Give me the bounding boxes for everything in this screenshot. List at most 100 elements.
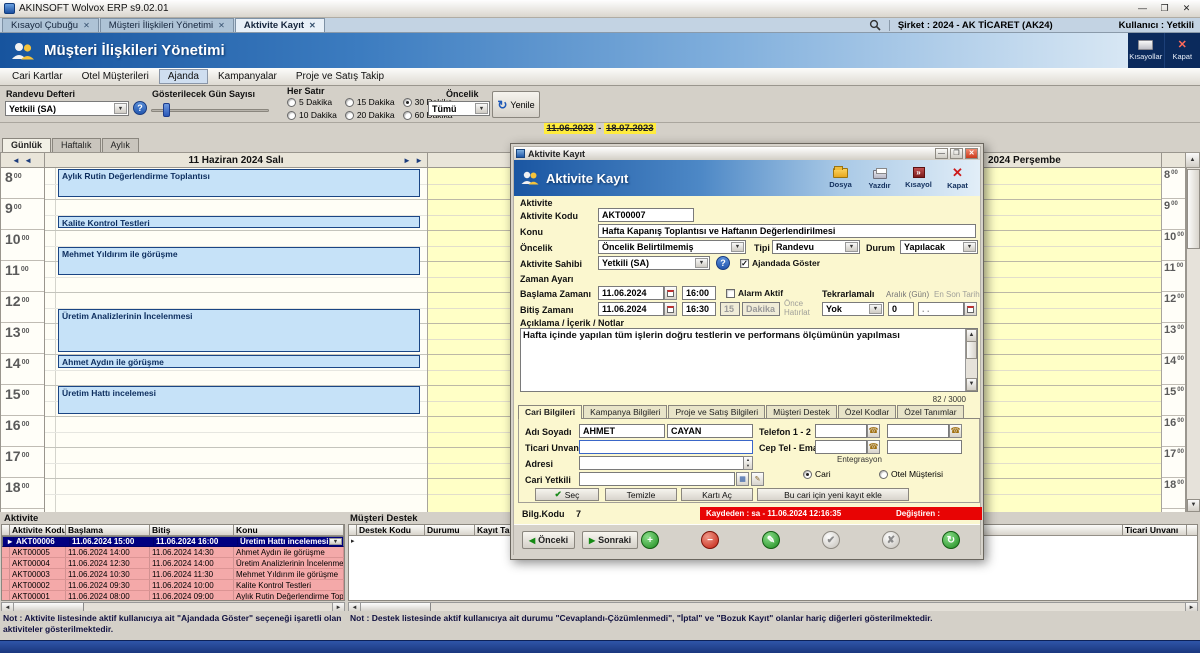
tab-aktivite-kayit[interactable]: Aktivite Kayıt ✕ — [235, 18, 325, 32]
calendar-picker-icon[interactable] — [964, 302, 977, 316]
spinner-icon[interactable]: ▲▼ — [743, 456, 753, 470]
karti-ac-button[interactable]: Kartı Aç — [681, 488, 753, 501]
textarea-scrollbar[interactable]: ▲ ▼ — [965, 329, 977, 391]
search-icon[interactable] — [869, 19, 881, 31]
header-baslama[interactable]: Başlama — [66, 525, 150, 536]
phone-icon[interactable]: ☎ — [949, 424, 962, 438]
dialog-close-button[interactable]: ✕ — [965, 148, 978, 159]
calendar-picker-icon[interactable] — [664, 286, 677, 300]
aktivite-kodu-field[interactable]: AKT00007 — [598, 208, 694, 222]
telefon1-field[interactable] — [815, 424, 867, 438]
sec-button[interactable]: ✔ Seç — [535, 488, 599, 501]
phone-icon[interactable]: ☎ — [867, 440, 880, 454]
aktivite-table-row[interactable]: AKT0000311.06.2024 10:3011.06.2024 11:30… — [2, 569, 344, 580]
en-son-tarih-field[interactable]: . . — [918, 302, 964, 316]
email-field[interactable] — [887, 440, 962, 454]
next-day-icon[interactable]: ► ► — [403, 156, 424, 165]
cancel-record-button[interactable]: ✘ — [882, 531, 900, 549]
adresi-field[interactable] — [579, 456, 753, 470]
tab-kampanya-bilgileri[interactable]: Kampanya Bilgileri — [583, 405, 667, 418]
kisayol-button[interactable]: » Kısayol — [900, 162, 937, 194]
dialog-maximize-button[interactable]: ❐ — [950, 148, 963, 159]
kapat-dialog-button[interactable]: ✕ Kapat — [939, 162, 976, 194]
calendar-event[interactable]: Üretim Analizlerinin İncelenmesi — [58, 309, 420, 353]
save-record-button[interactable]: ✔ — [822, 531, 840, 549]
menu-proje-satis[interactable]: Proje ve Satış Takip — [287, 69, 393, 84]
refresh-record-button[interactable]: ↻ — [942, 531, 960, 549]
calendar-event[interactable]: Mehmet Yıldırım ile görüşme — [58, 247, 420, 275]
tekrarlamali-select[interactable]: Yok — [822, 302, 884, 316]
kapat-button[interactable]: ✕ Kapat — [1164, 33, 1200, 68]
radio-20-dakika[interactable]: 20 Dakika — [345, 109, 395, 121]
window-maximize-button[interactable]: ❐ — [1155, 2, 1174, 16]
bitis-date-field[interactable]: 11.06.2024 — [598, 302, 664, 316]
lookup-grid-icon[interactable]: ▦ — [736, 472, 749, 486]
calendar-nav-prev[interactable]: ◄ ◄ — [0, 152, 45, 168]
radio-otel-musterisi[interactable]: Otel Müşterisi — [879, 469, 943, 479]
tab-haftalik[interactable]: Haftalık — [52, 138, 101, 152]
calendar-event[interactable]: Ahmet Aydın ile görüşme — [58, 355, 420, 368]
menu-ajanda[interactable]: Ajanda — [159, 69, 208, 84]
tab-gunluk[interactable]: Günlük — [2, 138, 51, 152]
prev-day-icon[interactable]: ◄ ◄ — [12, 156, 33, 165]
header-konu[interactable]: Konu — [234, 525, 344, 536]
day-column-sali[interactable]: Aylık Rutin Değerlendirme Toplantısı Kali… — [45, 168, 428, 512]
header-ticari-unvani[interactable]: Ticari Unvanı — [1123, 525, 1187, 536]
radio-cari[interactable]: Cari — [803, 469, 831, 479]
sonraki-button[interactable]: ▶ Sonraki — [582, 531, 638, 549]
tab-close-icon[interactable]: ✕ — [83, 21, 90, 30]
aktivite-table-row[interactable]: AKT0000211.06.2024 09:3011.06.2024 10:00… — [2, 580, 344, 591]
tab-kisayol-cubugu[interactable]: Kısayol Çubuğu ✕ — [2, 18, 99, 32]
scrollbar-thumb[interactable] — [966, 341, 977, 359]
edit-pencil-icon[interactable]: ✎ — [751, 472, 764, 486]
yeni-kayit-ekle-button[interactable]: Bu cari için yeni kayıt ekle — [757, 488, 909, 501]
bitis-time-field[interactable]: 16:30 — [682, 302, 716, 316]
phone-icon[interactable]: ☎ — [867, 424, 880, 438]
adi-field[interactable]: AHMET — [579, 424, 665, 438]
add-record-button[interactable]: + — [641, 531, 659, 549]
dialog-minimize-button[interactable]: — — [935, 148, 948, 159]
calendar-event[interactable]: Kalite Kontrol Testleri — [58, 216, 420, 229]
durum-select[interactable]: Yapılacak — [900, 240, 978, 254]
menu-kampanyalar[interactable]: Kampanyalar — [209, 69, 286, 84]
calendar-event[interactable]: Aylık Rutin Değerlendirme Toplantısı — [58, 169, 420, 197]
alarm-minutes-field[interactable]: 15 — [720, 302, 740, 316]
tab-ozel-tanimlar[interactable]: Özel Tanımlar — [897, 405, 963, 418]
dosya-button[interactable]: Dosya — [822, 162, 859, 194]
help-button[interactable]: ? — [133, 101, 147, 115]
gun-sayisi-slider[interactable] — [151, 103, 269, 117]
scroll-down-icon[interactable]: ▼ — [966, 378, 977, 391]
aktivite-table-row[interactable]: AKT0000511.06.2024 14:0011.06.2024 14:30… — [2, 547, 344, 558]
delete-record-button[interactable]: − — [701, 531, 719, 549]
tab-proje-satis-bilgileri[interactable]: Proje ve Satış Bilgileri — [668, 405, 765, 418]
radio-15-dakika[interactable]: 15 Dakika — [345, 96, 395, 108]
radio-5-dakika[interactable]: 5 Dakika — [287, 96, 337, 108]
aktivite-table-row[interactable]: AKT0000111.06.2024 08:0011.06.2024 09:00… — [2, 591, 344, 601]
baslama-time-field[interactable]: 16:00 — [682, 286, 716, 300]
ajandada-goster-checkbox[interactable]: ✓ Ajandada Göster — [740, 258, 820, 268]
calendar-event[interactable]: Üretim Hattı incelemesi — [58, 386, 420, 414]
date-range-end[interactable]: 18.07.2023 — [604, 123, 656, 134]
date-range-start[interactable]: 11.06.2023 — [544, 123, 595, 134]
tab-close-icon[interactable]: ✕ — [309, 21, 316, 30]
help-button[interactable]: ? — [716, 256, 730, 270]
window-minimize-button[interactable]: — — [1133, 2, 1152, 16]
aktivite-sahibi-select[interactable]: Yetkili (SA) — [598, 256, 710, 270]
soyadi-field[interactable]: CAYAN — [667, 424, 753, 438]
header-bitis[interactable]: Bitiş — [150, 525, 234, 536]
window-close-button[interactable]: ✕ — [1177, 2, 1196, 16]
alarm-aktif-checkbox[interactable]: Alarm Aktif — [726, 288, 783, 298]
telefon2-field[interactable] — [887, 424, 949, 438]
oncelik-select[interactable]: Öncelik Belirtilmemiş — [598, 240, 746, 254]
tab-ozel-kodlar[interactable]: Özel Kodlar — [838, 405, 896, 418]
yenile-button[interactable]: ↻ Yenile — [492, 91, 540, 118]
tab-aylik[interactable]: Aylık — [102, 138, 139, 152]
aktivite-table-row[interactable]: AKT0000411.06.2024 12:3011.06.2024 14:00… — [2, 558, 344, 569]
slider-thumb[interactable] — [163, 103, 170, 117]
scrollbar-thumb[interactable] — [1187, 169, 1200, 249]
konu-field[interactable]: Hafta Kapanış Toplantısı ve Haftanın Değ… — [598, 224, 976, 238]
tab-close-icon[interactable]: ✕ — [218, 21, 225, 30]
aktivite-table-row[interactable]: ▸AKT0000611.06.2024 15:0011.06.2024 16:0… — [2, 536, 344, 547]
oncelik-select[interactable]: Tümü — [428, 101, 490, 116]
calendar-vertical-scrollbar[interactable]: ▼ — [1186, 168, 1200, 512]
